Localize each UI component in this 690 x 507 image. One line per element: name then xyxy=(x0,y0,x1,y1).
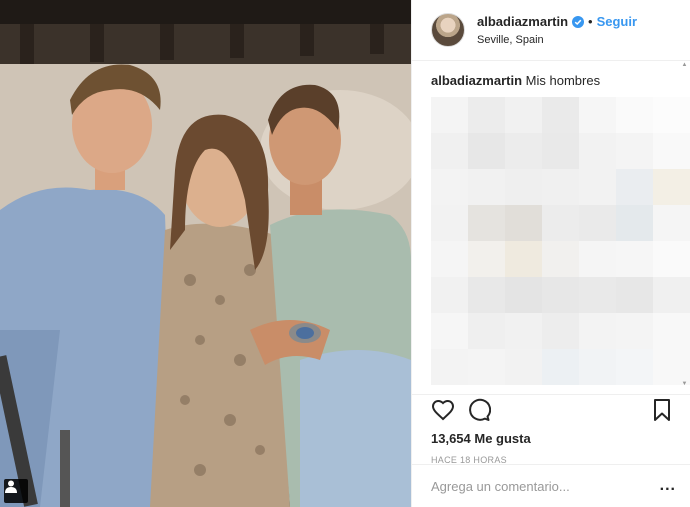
comments-scrollbar[interactable]: ▲ ▼ xyxy=(681,62,688,388)
caption: albadiazmartin Mis hombres xyxy=(431,72,674,89)
comment-icon[interactable] xyxy=(467,398,491,422)
username-link[interactable]: albadiazmartin xyxy=(477,14,568,29)
scroll-down-arrow-icon[interactable]: ▼ xyxy=(681,381,688,388)
header-text: albadiazmartin • Seguir Seville, Spain xyxy=(477,14,637,46)
verified-badge-icon xyxy=(572,15,585,28)
more-options-icon[interactable]: ... xyxy=(660,477,676,495)
header-row: albadiazmartin • Seguir xyxy=(477,14,637,29)
post-side-panel: albadiazmartin • Seguir Seville, Spain a… xyxy=(411,0,690,507)
comment-input[interactable] xyxy=(431,478,660,494)
photo-illustration xyxy=(0,0,411,507)
scroll-up-arrow-icon[interactable]: ▲ xyxy=(681,62,688,69)
post-header: albadiazmartin • Seguir Seville, Spain xyxy=(412,0,690,61)
post-actions: 13,654 Me gusta HACE 18 HORAS xyxy=(412,394,690,465)
caption-username[interactable]: albadiazmartin xyxy=(431,73,522,88)
follow-button[interactable]: Seguir xyxy=(597,14,637,29)
bookmark-icon[interactable] xyxy=(650,398,674,422)
post-photo[interactable] xyxy=(0,0,411,507)
blurred-comments xyxy=(431,97,690,385)
comments-area: albadiazmartin Mis hombres xyxy=(412,62,690,392)
separator-dot: • xyxy=(588,14,593,29)
likes-count[interactable]: 13,654 Me gusta xyxy=(431,431,674,446)
caption-text: Mis hombres xyxy=(525,73,601,88)
action-icons xyxy=(431,397,674,423)
add-comment-bar: ... xyxy=(412,464,690,507)
user-tag-icon[interactable] xyxy=(4,479,28,503)
location-link[interactable]: Seville, Spain xyxy=(477,34,637,46)
heart-icon[interactable] xyxy=(431,398,455,422)
avatar[interactable] xyxy=(431,13,465,47)
